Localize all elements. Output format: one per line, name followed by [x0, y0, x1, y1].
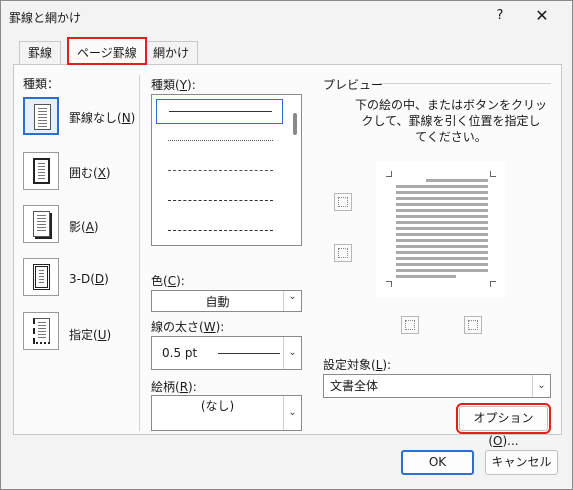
- art-dropdown[interactable]: (なし) ⌄: [151, 395, 302, 431]
- width-value: 0.5 pt: [162, 346, 198, 360]
- setting-3d-icon[interactable]: [23, 258, 59, 296]
- preview-instructions: 下の絵の中、またはボタンをクリッ クして、罫線を引く位置を指定し てください。: [354, 98, 547, 144]
- left-border-button[interactable]: [401, 316, 419, 334]
- top-border-button[interactable]: [334, 193, 352, 211]
- cancel-button[interactable]: キャンセル: [485, 450, 558, 475]
- preview-divider: [379, 83, 551, 84]
- style-dashed-large[interactable]: [156, 189, 283, 214]
- right-border-button[interactable]: [464, 316, 482, 334]
- bottom-border-button[interactable]: [334, 244, 352, 262]
- preview-page[interactable]: [376, 161, 506, 297]
- width-dropdown[interactable]: 0.5 pt ⌄: [151, 336, 302, 370]
- dialog-title: 罫線と網かけ: [9, 11, 82, 25]
- ok-button[interactable]: OK: [401, 450, 474, 475]
- style-dash-dot[interactable]: [156, 219, 283, 244]
- setting-box-icon[interactable]: [23, 152, 59, 190]
- setting-3d-label[interactable]: 3-D(D): [69, 272, 109, 286]
- tab-borders[interactable]: 罫線: [19, 41, 62, 65]
- setting-shadow-label[interactable]: 影(A): [69, 218, 99, 235]
- page-custom-icon: [33, 318, 50, 344]
- width-label: 線の太さ(W):: [151, 320, 225, 334]
- tab-shading[interactable]: 網かけ: [144, 41, 199, 65]
- style-label: 種類(Y):: [151, 78, 196, 92]
- style-dashed-small[interactable]: [156, 159, 283, 184]
- page-shadow-icon: [33, 211, 50, 237]
- options-button[interactable]: オプション(O)...: [456, 403, 551, 448]
- help-button[interactable]: ?: [489, 5, 511, 27]
- setting-custom-label[interactable]: 指定(U): [69, 326, 111, 343]
- setting-shadow-icon[interactable]: [23, 205, 59, 243]
- setting-none-label[interactable]: 罫線なし(N): [69, 109, 135, 126]
- chevron-down-icon: ⌄: [283, 291, 301, 311]
- chevron-down-icon: ⌄: [283, 337, 301, 369]
- art-value: (なし): [200, 399, 235, 413]
- divider: [139, 75, 140, 431]
- color-label: 色(C):: [151, 274, 185, 288]
- borders-and-shading-dialog: 罫線と網かけ ? ✕ 罫線 ページ罫線 網かけ 種類： 罫線なし(N) 囲む(X…: [0, 0, 573, 490]
- color-dropdown[interactable]: 自動 ⌄: [151, 290, 302, 312]
- setting-box-label[interactable]: 囲む(X): [69, 164, 111, 181]
- setting-header: 種類：: [23, 77, 60, 91]
- apply-to-value: 文書全体: [330, 379, 379, 393]
- style-dotted[interactable]: [156, 129, 283, 154]
- color-value: 自動: [205, 295, 230, 309]
- apply-to-dropdown[interactable]: 文書全体 ⌄: [323, 374, 551, 398]
- tab-page-border[interactable]: ページ罫線: [67, 37, 147, 65]
- close-button[interactable]: ✕: [531, 5, 553, 27]
- page-lines-icon: [34, 104, 51, 130]
- style-solid[interactable]: [156, 99, 283, 124]
- art-label: 絵柄(R):: [151, 380, 197, 394]
- setting-custom-icon[interactable]: [23, 312, 59, 350]
- style-scrollbar[interactable]: [293, 113, 297, 135]
- chevron-down-icon: ⌄: [532, 375, 550, 397]
- preview-header: プレビュー: [323, 78, 384, 92]
- chevron-down-icon: ⌄: [283, 396, 301, 430]
- setting-none-icon[interactable]: [23, 97, 59, 135]
- width-line-sample: [218, 353, 280, 354]
- apply-to-label: 設定対象(L):: [323, 358, 392, 372]
- style-listbox[interactable]: [151, 94, 302, 246]
- page-3d-icon: [33, 264, 50, 290]
- page-box-icon: [33, 158, 50, 184]
- title-bar: 罫線と網かけ ? ✕: [1, 1, 572, 33]
